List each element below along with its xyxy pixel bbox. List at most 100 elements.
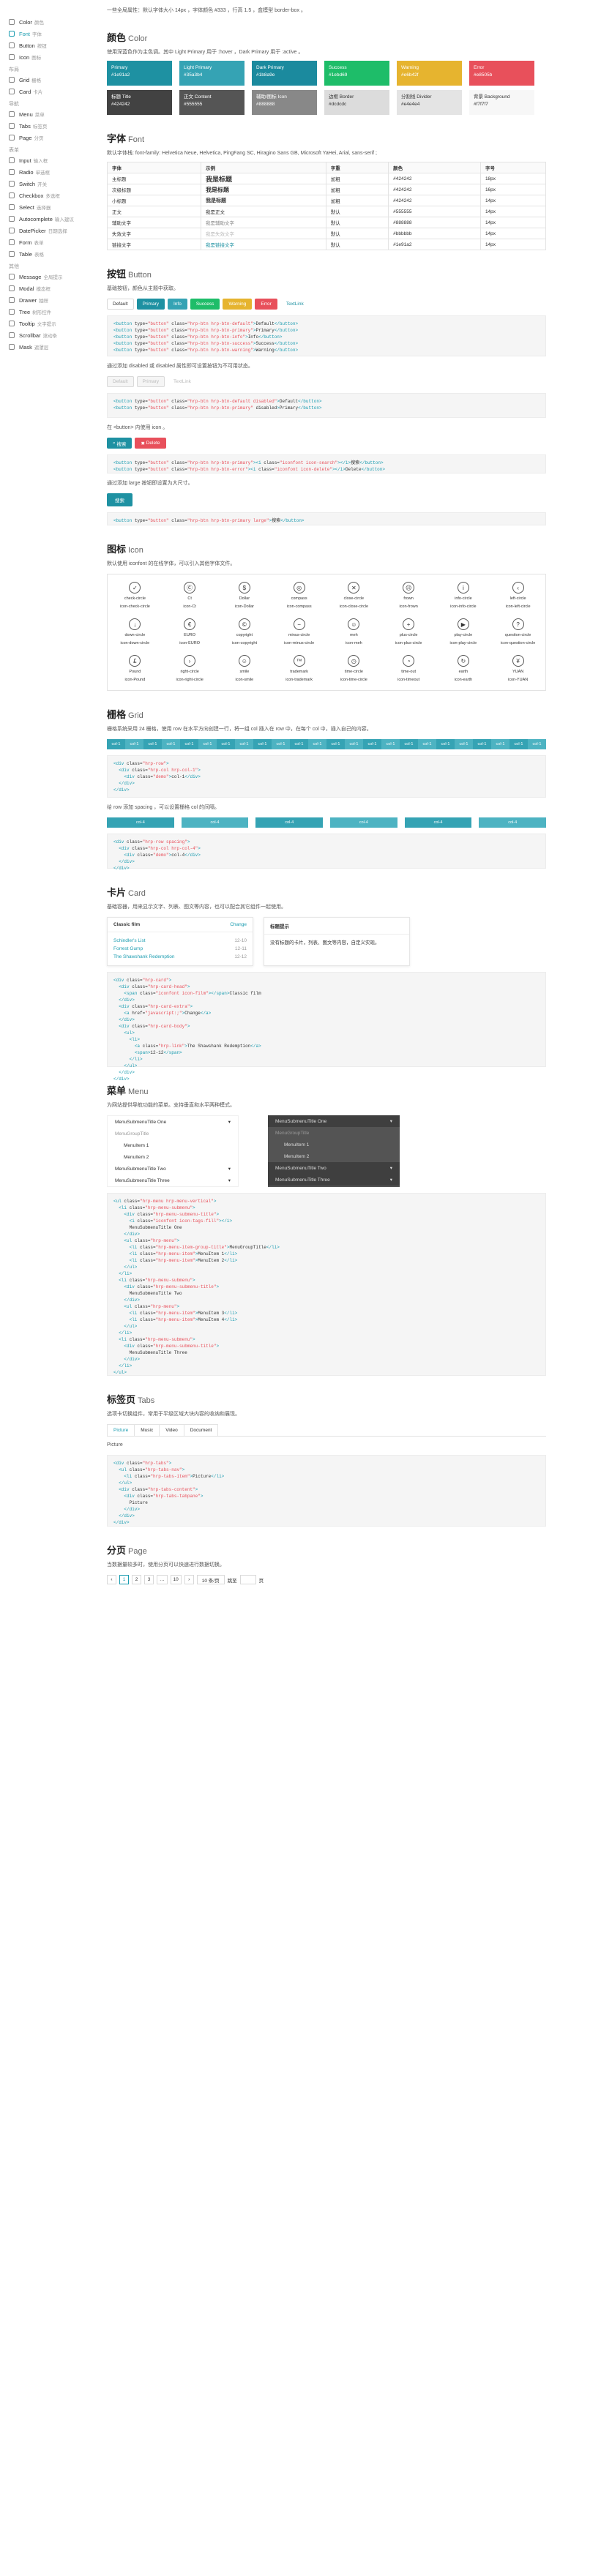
- sidebar-item-checkbox[interactable]: Checkbox 多选框: [0, 190, 95, 201]
- delete-button[interactable]: ✖ Delete: [135, 438, 166, 449]
- disabled-default-button[interactable]: Default: [107, 376, 134, 387]
- table-cell: 我是辅助文字: [201, 217, 326, 228]
- sidebar-item-label: Grid: [19, 76, 30, 83]
- sidebar-item-color[interactable]: Color 颜色: [0, 16, 95, 28]
- icon-name: right-circle: [180, 670, 199, 674]
- sidebar-item-sublabel: 表单: [34, 241, 44, 246]
- list-item[interactable]: Schindler's List 12-10: [113, 937, 247, 945]
- sidebar-item-modal[interactable]: Modal 模态框: [0, 282, 95, 294]
- section-title-grid: 栅格 Grid: [107, 707, 546, 721]
- icon-class: icon-copyright: [231, 641, 257, 645]
- success-button[interactable]: Success: [190, 299, 220, 310]
- disabled-primary-button[interactable]: Primary: [136, 376, 165, 387]
- menu-item[interactable]: MenuItem 1: [108, 1139, 238, 1151]
- large-search-button[interactable]: 搜索: [107, 493, 132, 506]
- sidebar-group-title: 表单: [9, 148, 19, 153]
- sidebar-item-scrollbar[interactable]: Scrollbar 滚动条: [0, 329, 95, 341]
- icon-name: time-out: [401, 670, 417, 674]
- sidebar-item-sublabel: 文字提示: [37, 322, 56, 327]
- prev-page-button[interactable]: ‹: [107, 1575, 116, 1584]
- sidebar-item-card[interactable]: Card 卡片: [0, 86, 95, 97]
- menu-submenu[interactable]: MenuSubmenuTitle Two ▾: [108, 1163, 238, 1175]
- sidebar-item-drawer[interactable]: Drawer 抽屉: [0, 294, 95, 306]
- sidebar-item-sublabel: 输入建议: [54, 217, 74, 222]
- list-item[interactable]: Forrest Gump 12-11: [113, 945, 247, 953]
- icon-class: icon-right-circle: [176, 678, 204, 682]
- icon-cell: ◔ time-out icon-timeout: [381, 655, 436, 683]
- tab-video[interactable]: Video: [159, 1424, 184, 1436]
- sidebar-item-tree[interactable]: Tree 树形控件: [0, 306, 95, 318]
- chevron-down-icon: ▾: [228, 1120, 231, 1125]
- tab-picture[interactable]: Picture: [107, 1424, 135, 1436]
- sidebar-item-autocomplete[interactable]: Autocomplete 输入建议: [0, 213, 95, 225]
- sidebar-item-table[interactable]: Table 表格: [0, 248, 95, 260]
- menu-item[interactable]: MenuItem 2: [268, 1150, 400, 1162]
- list-item[interactable]: The Shawshank Redemption 12-12: [113, 953, 247, 961]
- table-cell: 主标题: [106, 173, 202, 184]
- sidebar-item-button[interactable]: Button 按钮: [0, 40, 95, 51]
- grid-col: col-4: [107, 817, 174, 828]
- sidebar-item-mask[interactable]: Mask 遮罩层: [0, 341, 95, 353]
- sidebar-item-message[interactable]: Message 全局提示: [0, 271, 95, 282]
- page-button[interactable]: 2: [132, 1575, 141, 1584]
- minus-icon: −: [293, 618, 305, 630]
- textlink-button[interactable]: TextLink: [280, 299, 310, 310]
- sidebar-item-font[interactable]: Font 字体: [0, 28, 95, 40]
- sidebar-item-switch[interactable]: Switch 开关: [0, 178, 95, 190]
- sidebar-item-menu[interactable]: Menu 菜单: [0, 108, 95, 120]
- grid-col: col-1: [455, 739, 473, 749]
- color-swatch: Primary #1e91a2: [107, 61, 172, 86]
- question-icon: ?: [512, 618, 524, 630]
- sidebar-item-label: Button: [19, 42, 35, 49]
- error-button[interactable]: Error: [255, 299, 277, 310]
- info-button[interactable]: Info: [168, 299, 187, 310]
- page-button[interactable]: 1: [119, 1575, 129, 1584]
- sidebar-item-page[interactable]: Page 分页: [0, 132, 95, 143]
- button-demo-row: Default Primary Info Success Warning Error Tex…: [107, 299, 546, 310]
- change-link[interactable]: Change: [230, 922, 247, 927]
- menu-item[interactable]: MenuItem 1: [268, 1139, 400, 1150]
- sidebar-item-grid[interactable]: Grid 栅格: [0, 74, 95, 86]
- sidebar-item-tooltip[interactable]: Tooltip 文字提示: [0, 318, 95, 329]
- warning-button[interactable]: Warning: [223, 299, 253, 310]
- tab-music[interactable]: Music: [134, 1424, 160, 1436]
- tab-document[interactable]: Document: [183, 1424, 219, 1436]
- disabled-textlink-button[interactable]: TextLink: [168, 376, 197, 387]
- page-button[interactable]: 10: [170, 1575, 182, 1584]
- menu-submenu[interactable]: MenuSubmenuTitle Three ▾: [108, 1175, 238, 1186]
- sidebar-item-tabs[interactable]: Tabs 标签页: [0, 120, 95, 132]
- table-cell: 我是标题: [201, 184, 326, 195]
- menu-item[interactable]: MenuItem 2: [108, 1151, 238, 1163]
- menu-submenu[interactable]: MenuSubmenuTitle One ▾: [268, 1115, 400, 1127]
- primary-button[interactable]: Primary: [136, 299, 165, 310]
- icon-class: icon-question-circle: [500, 641, 536, 645]
- sidebar-item-input[interactable]: Input 输入框: [0, 154, 95, 166]
- table-cell: #424242: [388, 195, 481, 206]
- grid-demo-row: col-1 col-1 col-1 col-1 col-1 col-1 col-1 col-1…: [107, 739, 546, 749]
- swatch-name: 分割线 Divider: [401, 94, 432, 100]
- menu-item-label: MenuGroupTitle: [275, 1130, 310, 1136]
- menu-submenu[interactable]: MenuSubmenuTitle Three ▾: [268, 1174, 400, 1186]
- menu-submenu[interactable]: MenuSubmenuTitle Two ▾: [268, 1162, 400, 1174]
- icon-cell: Ⓒ Ct icon-Ct: [163, 582, 217, 610]
- sidebar-item-icon[interactable]: Icon 图标: [0, 51, 95, 63]
- menu-submenu[interactable]: MenuSubmenuTitle One ▾: [108, 1116, 238, 1128]
- icon-class: icon-frown: [399, 604, 418, 609]
- jump-input[interactable]: [239, 1575, 256, 1584]
- color-swatch-row: 标题 Title #424242 正文 Content #555555 辅助/图标 Ic…: [107, 90, 546, 115]
- table-cell: 默认: [325, 206, 389, 217]
- table-cell: 14px: [479, 217, 547, 228]
- page-size-select[interactable]: 10 条/页: [196, 1575, 225, 1584]
- default-button[interactable]: Default: [107, 299, 134, 310]
- page-button[interactable]: …: [157, 1575, 168, 1584]
- sidebar-item-select[interactable]: Select 选择器: [0, 201, 95, 213]
- sidebar-item-radio[interactable]: Radio 单选框: [0, 166, 95, 178]
- search-button[interactable]: ⌕ 搜索: [107, 438, 132, 449]
- yuan-icon: ¥: [512, 655, 524, 667]
- next-page-button[interactable]: ›: [184, 1575, 194, 1584]
- sidebar-item-datepicker[interactable]: DatePicker 日期选择: [0, 225, 95, 236]
- sidebar-item-form[interactable]: Form 表单: [0, 236, 95, 248]
- page-button[interactable]: 3: [144, 1575, 154, 1584]
- sidebar-group-title: 其他: [9, 264, 19, 269]
- swatch-name: Dark Primary: [256, 65, 284, 70]
